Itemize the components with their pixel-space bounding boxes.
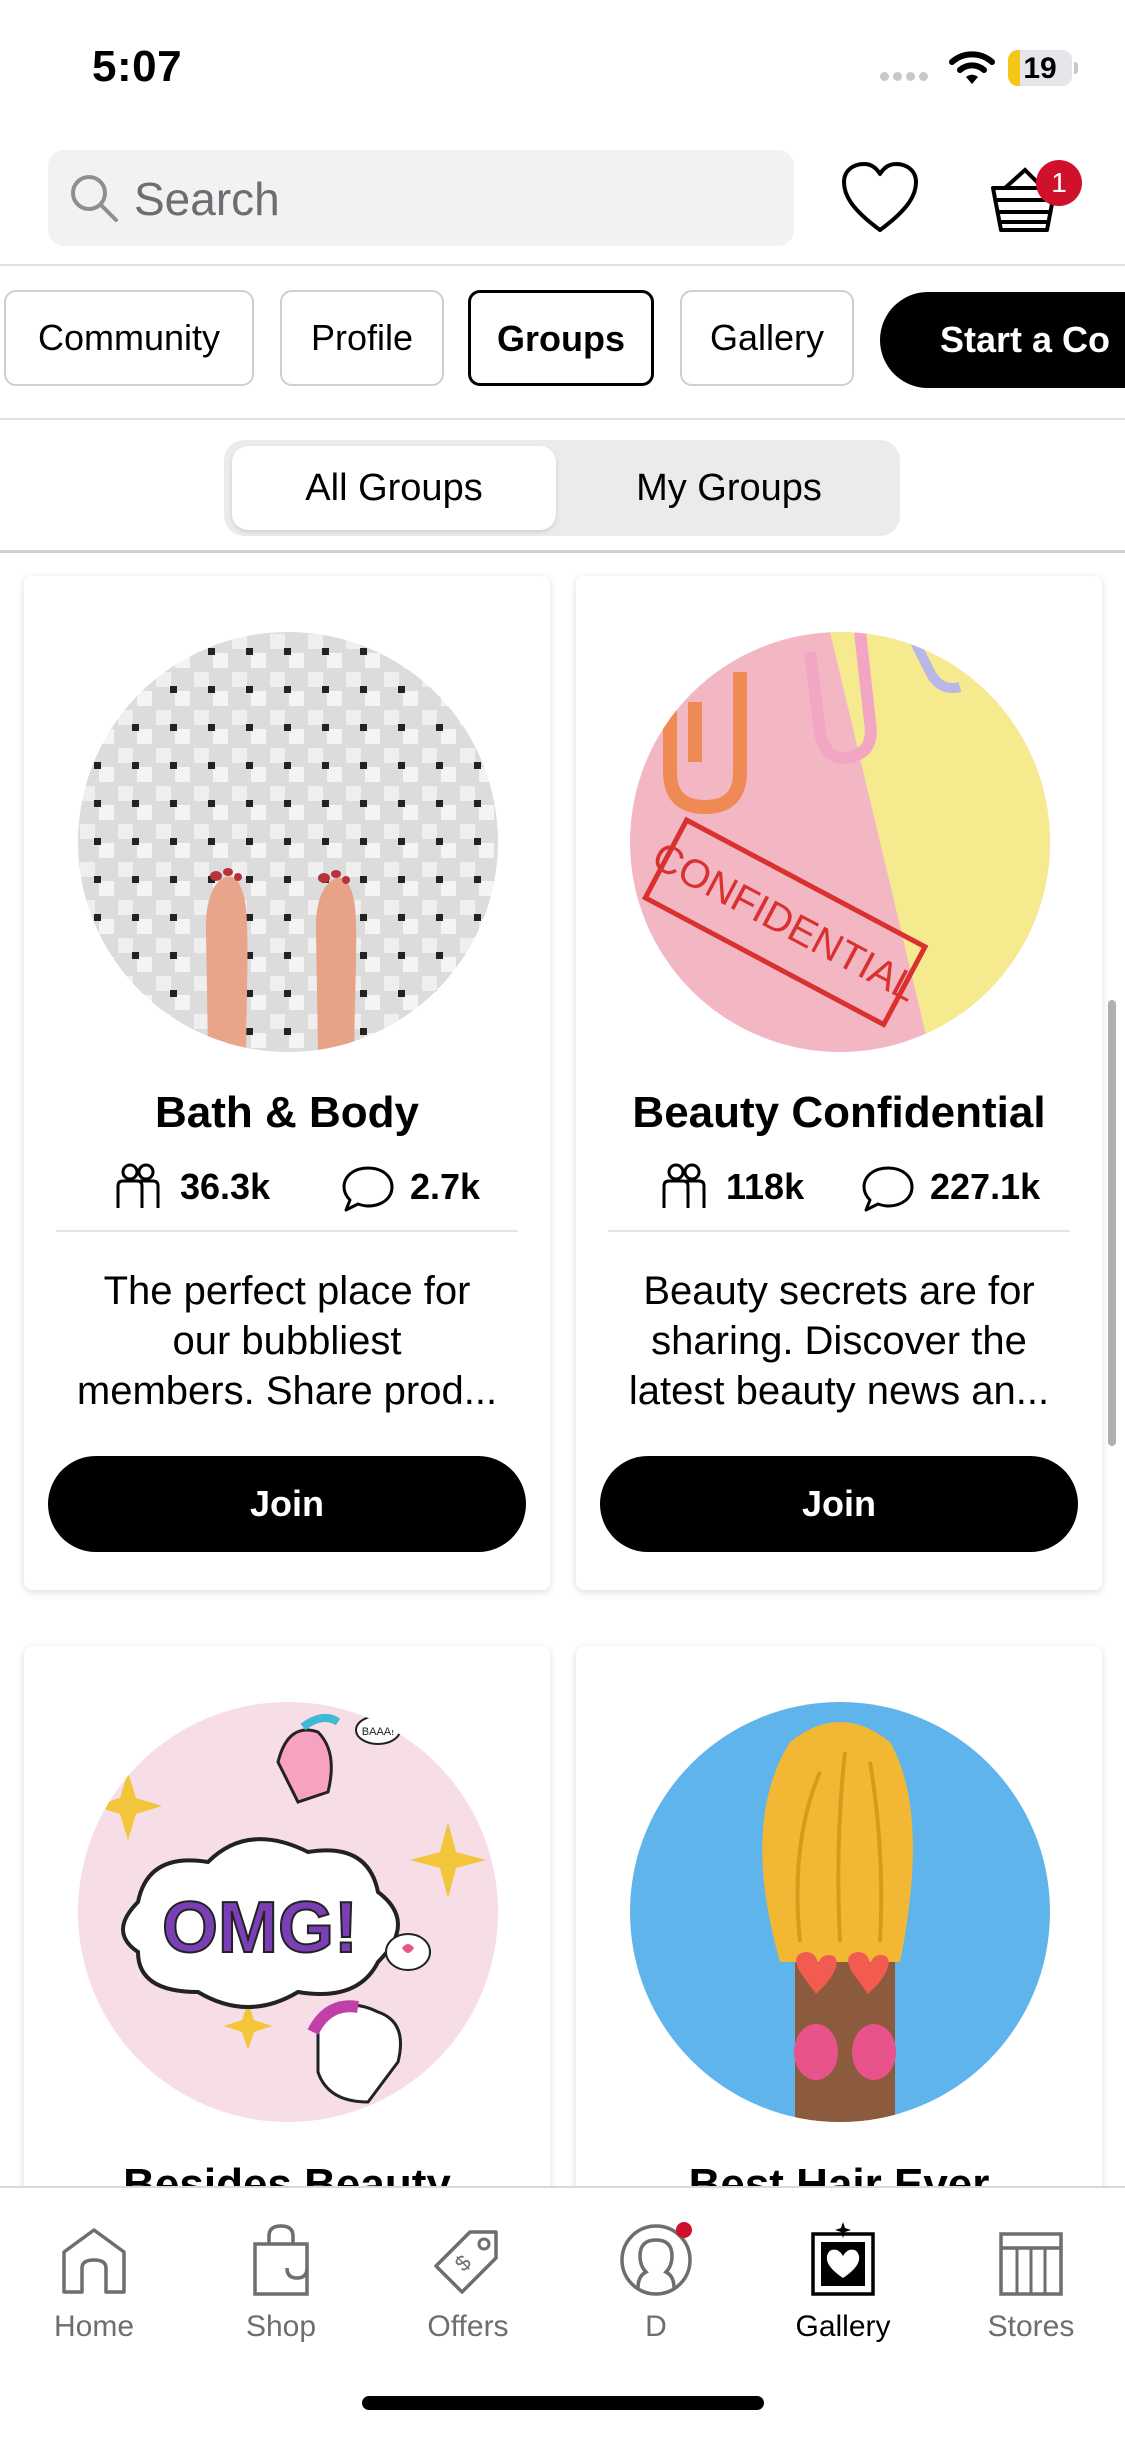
members-count: 36.3k [180, 1166, 271, 1207]
description-line: our bubbliest [172, 1319, 402, 1363]
search-icon [71, 175, 118, 222]
groups-segmented-control: All Groups My Groups [224, 440, 900, 536]
card-divider [608, 1230, 1070, 1232]
description-line: Beauty secrets are for [643, 1269, 1035, 1313]
comment-icon [342, 1166, 394, 1212]
divider [0, 550, 1125, 553]
nav-stores[interactable]: Stores [937, 2208, 1125, 2348]
battery-icon: 19 [1008, 50, 1072, 86]
home-indicator[interactable] [362, 2396, 764, 2410]
members-stat: 36.3k [110, 1156, 290, 1216]
group-avatar-beauty-confidential: CONFIDENTIAL [630, 632, 1050, 1052]
join-button[interactable]: Join [48, 1456, 526, 1552]
comments-count: 227.1k [930, 1166, 1041, 1207]
search-input[interactable] [132, 150, 776, 248]
members-count: 118k [726, 1166, 805, 1207]
group-stats: 118k 227.1k [576, 1156, 1102, 1216]
group-avatar-besides-beauty: OMG! BAAA! [78, 1702, 498, 2122]
join-button[interactable]: Join [600, 1456, 1078, 1552]
home-icon [62, 2228, 126, 2294]
profile-icon [620, 2222, 692, 2296]
group-card-besides-beauty[interactable]: OMG! BAAA! Besides Beauty [24, 1646, 550, 2246]
group-description: Beauty secrets are for sharing. Discover… [600, 1266, 1078, 1416]
tab-community[interactable]: Community [4, 290, 254, 386]
nav-offers[interactable]: $ Offers [374, 2208, 562, 2348]
segment-all-groups[interactable]: All Groups [232, 446, 556, 530]
description-line: The perfect place for [103, 1269, 471, 1313]
divider [0, 418, 1125, 420]
segment-my-groups[interactable]: My Groups [564, 446, 894, 530]
omg-text: OMG! [162, 1888, 358, 1968]
group-card-best-hair-ever[interactable]: Best Hair Ever [576, 1646, 1102, 2246]
nav-label: Gallery [795, 2310, 891, 2343]
divider [0, 264, 1125, 266]
members-icon [662, 1163, 706, 1208]
nav-label: D [645, 2310, 667, 2343]
group-stats: 36.3k 2.7k [24, 1156, 550, 1216]
tab-gallery[interactable]: Gallery [680, 290, 854, 386]
comments-stat: 227.1k [860, 1156, 1070, 1216]
store-icon [999, 2232, 1063, 2296]
search-bar[interactable] [48, 150, 794, 248]
group-avatar-best-hair-ever [630, 1702, 1050, 2122]
baaa-text: BAAA! [362, 1726, 394, 1738]
start-conversation-button[interactable]: Start a Co [880, 292, 1125, 388]
nav-profile[interactable]: D [562, 2208, 750, 2348]
group-description: The perfect place for our bubbliest memb… [48, 1266, 526, 1416]
battery-tip [1074, 62, 1078, 74]
description-line: sharing. Discover the [651, 1319, 1027, 1363]
status-time: 5:07 [92, 42, 183, 91]
scrollbar[interactable] [1108, 1000, 1116, 1446]
members-stat: 118k [656, 1156, 816, 1216]
card-divider [56, 1230, 518, 1232]
nav-gallery[interactable]: Gallery [749, 2208, 937, 2348]
cellular-signal-icon [880, 68, 932, 86]
nav-home[interactable]: Home [0, 2208, 188, 2348]
group-title: Beauty Confidential [632, 1088, 1046, 1137]
wifi-icon [949, 51, 995, 84]
cart-count-badge: 1 [1036, 160, 1082, 206]
comments-stat: 2.7k [340, 1156, 500, 1216]
nav-label: Stores [987, 2310, 1075, 2343]
group-avatar-bath-body [78, 632, 498, 1052]
svg-text:$: $ [450, 2250, 476, 2276]
description-line: latest beauty news an... [628, 1369, 1050, 1413]
nav-label: Home [53, 2310, 135, 2343]
group-card-bath-body[interactable]: Bath & Body 36.3k 2.7k The perfect place… [24, 576, 550, 1590]
comment-icon [862, 1166, 914, 1212]
status-bar: 5:07 19 [0, 0, 1125, 140]
shop-bag-icon [253, 2224, 309, 2296]
battery-level: 19 [1023, 52, 1057, 85]
group-title: Bath & Body [155, 1088, 419, 1137]
description-line: members. Share prod... [76, 1369, 498, 1413]
tag-icon: $ [434, 2230, 498, 2294]
nav-shop[interactable]: Shop [187, 2208, 375, 2348]
tab-profile[interactable]: Profile [280, 290, 444, 386]
members-icon [116, 1163, 160, 1208]
nav-label: Shop [245, 2310, 317, 2343]
heart-icon[interactable] [840, 160, 920, 236]
group-card-beauty-confidential[interactable]: CONFIDENTIAL Beauty Confidential 118k 22… [576, 576, 1102, 1590]
tab-groups[interactable]: Groups [468, 290, 654, 386]
gallery-icon [811, 2222, 875, 2296]
comments-count: 2.7k [410, 1166, 481, 1207]
nav-label: Offers [427, 2310, 509, 2343]
